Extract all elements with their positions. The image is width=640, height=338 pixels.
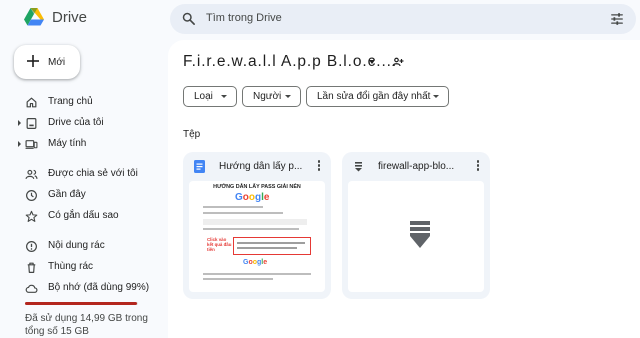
sidebar-item-label: Có gắn dấu sao xyxy=(48,210,119,221)
storage-usage-text: Đã sử dụng 14,99 GB trong tổng số 15 GB xyxy=(25,313,148,337)
chevron-down-icon xyxy=(221,95,227,98)
sidebar-item-label: Bộ nhớ (đã dùng 99%) xyxy=(48,282,150,293)
share-folder-icon[interactable] xyxy=(392,56,404,68)
preview-heading: HƯỚNG DẪN LẤY PASS GIẢI NÉN xyxy=(213,184,301,190)
file-card-doc[interactable]: Hướng dẫn lấy p... HƯỚNG DẪN LẤY PASS GI… xyxy=(183,152,331,299)
file-name[interactable]: firewall-app-blo... xyxy=(378,161,466,172)
sidebar-item-label: Drive của tôi xyxy=(48,117,104,128)
expand-caret-icon[interactable] xyxy=(18,141,21,147)
preview-text-line xyxy=(237,247,297,249)
generic-file-icon xyxy=(355,162,362,172)
clock-icon xyxy=(26,190,37,201)
sidebar-item-spam[interactable]: Nội dung rác xyxy=(0,236,165,257)
filter-chip-label: Người xyxy=(253,91,282,102)
preview-annotation: Click vào kết quả đầu tiên xyxy=(207,237,232,252)
sidebar-item-label: Thùng rác xyxy=(48,261,94,272)
preview-text-line xyxy=(203,273,311,275)
sidebar-item-label: Trang chủ xyxy=(48,96,93,107)
preview-text-line xyxy=(203,206,263,208)
download-file-icon xyxy=(410,221,430,248)
plus-icon xyxy=(27,55,39,67)
filter-modified-chip[interactable]: Lần sửa đổi gần đây nhất xyxy=(306,86,449,107)
preview-search-bar xyxy=(203,219,307,225)
sidebar-item-storage[interactable]: Bộ nhớ (đã dùng 99%) xyxy=(0,278,165,299)
sidebar-item-my-drive[interactable]: Drive của tôi xyxy=(0,113,165,134)
filter-chip-label: Lần sửa đổi gần đây nhất xyxy=(317,91,431,102)
google-logo-small: Google xyxy=(243,259,268,266)
chevron-down-icon xyxy=(285,95,291,98)
sidebar-nav: Trang chủ Drive của tôi Máy tính Được ch… xyxy=(0,92,165,299)
sidebar-item-shared[interactable]: Được chia sẻ với tôi xyxy=(0,164,165,185)
sidebar-item-computers[interactable]: Máy tính xyxy=(0,134,165,155)
more-options-icon[interactable] xyxy=(317,160,321,172)
sidebar-item-recent[interactable]: Gần đây xyxy=(0,185,165,206)
storage-progress-bar xyxy=(25,302,138,305)
sidebar-item-trash[interactable]: Thùng rác xyxy=(0,257,165,278)
search-bar[interactable]: Tìm trong Drive xyxy=(170,4,636,34)
home-icon xyxy=(26,97,37,108)
google-docs-icon xyxy=(194,160,205,173)
sidebar-item-label: Được chia sẻ với tôi xyxy=(48,168,138,179)
filter-people-chip[interactable]: Người xyxy=(242,86,301,107)
sidebar-item-label: Nội dung rác xyxy=(48,240,105,251)
preview-highlight-box xyxy=(233,237,311,255)
files-section-label: Tệp xyxy=(183,129,201,140)
storage-progress-fill xyxy=(25,302,137,305)
folder-menu-caret-icon[interactable] xyxy=(369,60,375,64)
my-drive-icon xyxy=(26,118,37,129)
file-card-header: Hướng dẫn lấy p... xyxy=(183,152,331,181)
google-logo: Google xyxy=(235,192,270,203)
new-button[interactable]: Mới xyxy=(14,45,80,79)
sidebar-item-starred[interactable]: Có gắn dấu sao xyxy=(0,206,165,227)
spam-icon xyxy=(26,241,37,252)
more-options-icon[interactable] xyxy=(476,160,480,172)
preview-text-line xyxy=(237,242,305,244)
search-options-icon[interactable] xyxy=(610,12,624,26)
sidebar-item-home[interactable]: Trang chủ xyxy=(0,92,165,113)
computer-icon xyxy=(25,140,38,149)
preview-text-line xyxy=(203,228,299,230)
star-icon xyxy=(25,210,38,222)
file-card-download[interactable]: firewall-app-blo... xyxy=(342,152,490,299)
filter-type-chip[interactable]: Loại xyxy=(183,86,237,107)
file-card-header: firewall-app-blo... xyxy=(342,152,490,181)
expand-caret-icon[interactable] xyxy=(18,120,21,126)
search-input[interactable]: Tìm trong Drive xyxy=(206,12,282,24)
search-icon[interactable] xyxy=(181,11,196,26)
cloud-icon xyxy=(25,284,38,293)
new-button-label: Mới xyxy=(48,57,66,68)
file-name[interactable]: Hướng dẫn lấy p... xyxy=(219,161,307,172)
folder-title[interactable]: F.i.r.e.w.a.l.l A.p.p B.l.o.c.... xyxy=(183,53,397,71)
drive-logo[interactable]: Drive xyxy=(24,8,87,26)
sidebar-item-label: Máy tính xyxy=(48,138,87,149)
chevron-down-icon xyxy=(433,95,439,98)
sidebar-item-label: Gần đây xyxy=(48,189,86,200)
file-thumbnail[interactable] xyxy=(348,181,484,292)
app-name: Drive xyxy=(52,8,88,26)
filter-chip-label: Loại xyxy=(194,91,213,102)
preview-text-line xyxy=(203,212,283,214)
main-content: F.i.r.e.w.a.l.l A.p.p B.l.o.c.... Loại N… xyxy=(168,40,640,338)
trash-icon xyxy=(27,262,36,273)
file-thumbnail[interactable]: HƯỚNG DẪN LẤY PASS GIẢI NÉN Google Click… xyxy=(189,181,325,292)
shared-icon xyxy=(25,169,38,179)
drive-logo-icon xyxy=(24,8,44,26)
preview-text-line xyxy=(203,278,273,280)
